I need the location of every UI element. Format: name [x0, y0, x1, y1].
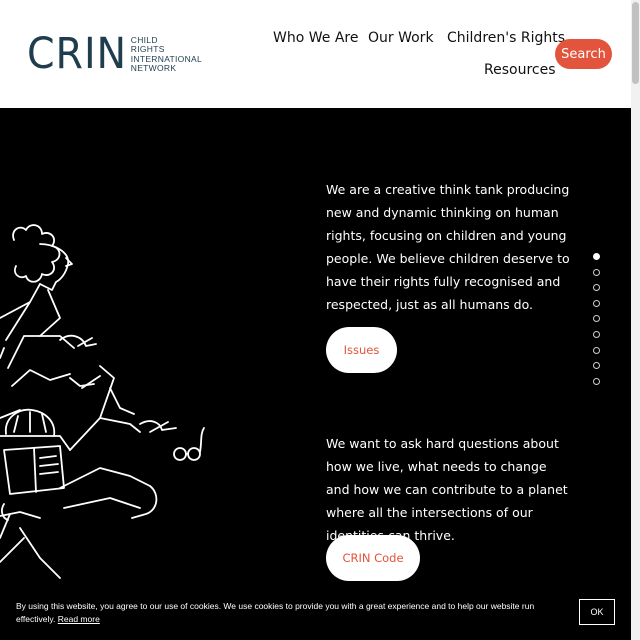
logo-mark: CRIN: [27, 29, 128, 79]
cookie-banner: By using this website, you agree to our …: [0, 590, 631, 640]
pagination-dot[interactable]: [593, 299, 600, 307]
logo-subtitle: CHILD RIGHTS INTERNATIONAL NETWORK: [130, 35, 202, 74]
pagination-dot[interactable]: [593, 362, 600, 370]
pagination-dot[interactable]: [593, 346, 600, 354]
page-scrollbar[interactable]: [631, 0, 640, 640]
nav-who-we-are[interactable]: Who We Are: [273, 30, 358, 46]
pagination-dot[interactable]: [593, 253, 600, 260]
site-header: CRIN CHILD RIGHTS INTERNATIONAL NETWORK …: [0, 0, 631, 108]
questions-paragraph: We want to ask hard questions about how …: [326, 436, 568, 543]
nav-resources[interactable]: Resources: [484, 62, 556, 78]
pagination-dot[interactable]: [593, 330, 600, 338]
children-illustration: [0, 224, 205, 579]
pagination-dot[interactable]: [593, 315, 600, 323]
search-button[interactable]: Search: [555, 39, 612, 69]
crin-logo[interactable]: CRIN CHILD RIGHTS INTERNATIONAL NETWORK: [27, 33, 202, 76]
intro-paragraph: We are a creative think tank producing n…: [326, 182, 570, 312]
scrollbar-thumb[interactable]: [632, 2, 639, 84]
hero-section: We are a creative think tank producing n…: [0, 108, 631, 640]
logo-line: NETWORK: [130, 63, 177, 73]
pagination-dot[interactable]: [593, 268, 600, 276]
nav-our-work[interactable]: Our Work: [368, 30, 434, 46]
nav-childrens-rights[interactable]: Children's Rights: [447, 30, 565, 46]
section-pagination: [593, 253, 601, 393]
issues-button[interactable]: Issues: [326, 327, 397, 373]
pagination-dot[interactable]: [593, 284, 600, 292]
pagination-dot[interactable]: [593, 377, 600, 385]
cookie-ok-button[interactable]: OK: [579, 599, 615, 625]
cookie-text: By using this website, you agree to our …: [16, 600, 556, 626]
cookie-read-more-link[interactable]: Read more: [58, 614, 100, 624]
crin-code-button[interactable]: CRIN Code: [326, 535, 420, 581]
